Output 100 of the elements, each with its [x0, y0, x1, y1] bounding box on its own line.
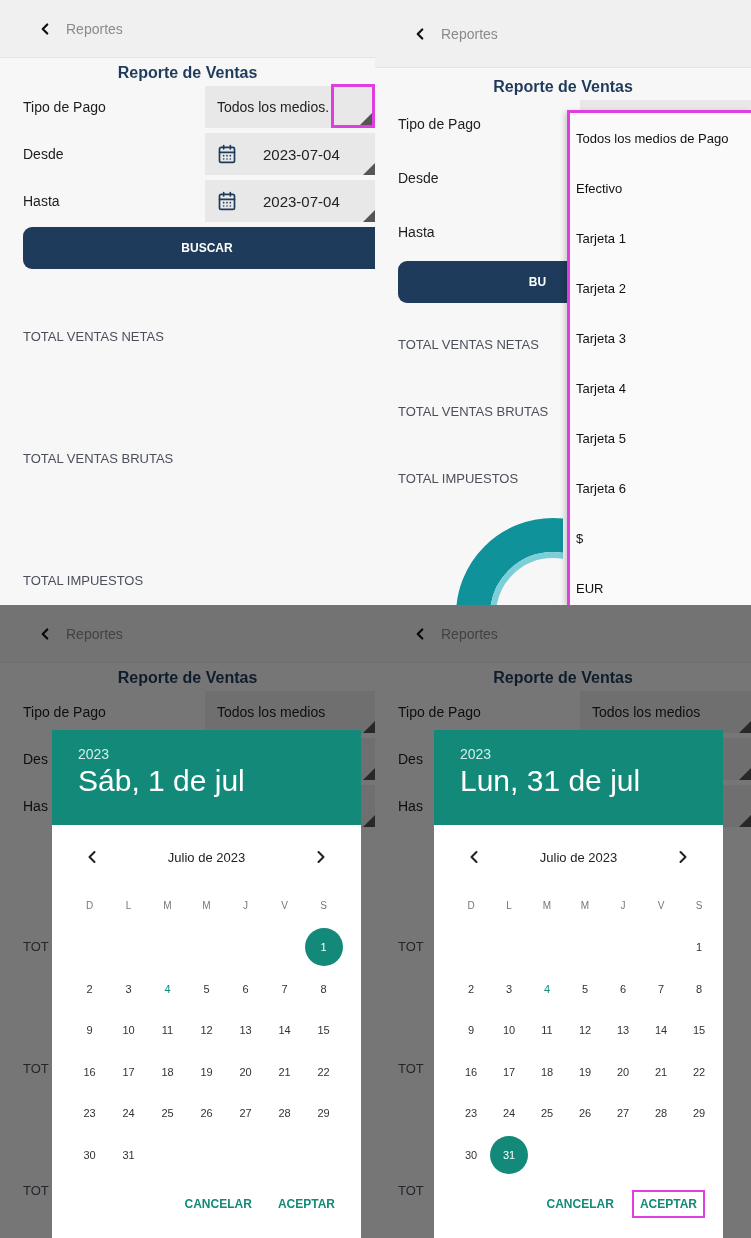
- year-label[interactable]: 2023: [460, 746, 697, 762]
- select-field[interactable]: Todos los medios.: [205, 86, 375, 128]
- dialog-button[interactable]: CANCELAR: [176, 1189, 260, 1218]
- dropdown-option[interactable]: Tarjeta 4: [570, 363, 751, 413]
- calendar-day[interactable]: 23: [452, 1094, 490, 1133]
- dropdown-option[interactable]: Tarjeta 6: [570, 463, 751, 513]
- calendar-day[interactable]: 6: [226, 969, 265, 1008]
- calendar-day[interactable]: 6: [604, 969, 642, 1008]
- corner-triangle-icon: [360, 113, 372, 125]
- dropdown-option[interactable]: Efectivo: [570, 163, 751, 213]
- dropdown-option[interactable]: Tarjeta 5: [570, 413, 751, 463]
- search-button[interactable]: BUSCAR: [23, 227, 375, 269]
- corner-triangle-icon: [739, 815, 751, 827]
- calendar-day[interactable]: 3: [109, 969, 148, 1008]
- total-label: TOT: [23, 1183, 49, 1199]
- calendar-day[interactable]: 27: [604, 1094, 642, 1133]
- dropdown-option[interactable]: $: [570, 513, 751, 563]
- corner-triangle-icon: [363, 210, 375, 222]
- weekday-label: L: [124, 899, 133, 914]
- dropdown-option[interactable]: Tarjeta 1: [570, 213, 751, 263]
- calendar-day[interactable]: 7: [265, 969, 304, 1008]
- calendar-day[interactable]: 18: [148, 1052, 187, 1091]
- calendar-day[interactable]: 28: [265, 1094, 304, 1133]
- calendar-day[interactable]: 5: [566, 969, 604, 1008]
- calendar-day[interactable]: 19: [566, 1052, 604, 1091]
- weekday-label: M: [541, 899, 553, 914]
- calendar-day[interactable]: 1: [680, 928, 718, 967]
- dialog-button[interactable]: ACEPTAR: [269, 1189, 343, 1218]
- calendar-day[interactable]: 1: [304, 928, 343, 967]
- calendar-day[interactable]: 12: [187, 1011, 226, 1050]
- calendar-day[interactable]: 30: [452, 1135, 490, 1174]
- calendar-day[interactable]: 10: [109, 1011, 148, 1050]
- total-label: TOT: [23, 939, 49, 955]
- calendar-day[interactable]: 15: [680, 1011, 718, 1050]
- weekday-label: M: [579, 899, 591, 914]
- year-label[interactable]: 2023: [78, 746, 335, 762]
- calendar-day[interactable]: 29: [304, 1094, 343, 1133]
- date-field[interactable]: 2023-07-04: [205, 133, 375, 175]
- calendar-day[interactable]: 31: [490, 1135, 528, 1174]
- field-label: Hasta: [398, 224, 435, 240]
- calendar-day[interactable]: 22: [304, 1052, 343, 1091]
- calendar-day[interactable]: 30: [70, 1135, 109, 1174]
- calendar-day[interactable]: 18: [528, 1052, 566, 1091]
- calendar-day[interactable]: 2: [452, 969, 490, 1008]
- dropdown-option[interactable]: Todos los medios de Pago: [570, 113, 751, 163]
- calendar-day[interactable]: 13: [604, 1011, 642, 1050]
- calendar-day[interactable]: 17: [109, 1052, 148, 1091]
- calendar-day[interactable]: 16: [70, 1052, 109, 1091]
- calendar-day[interactable]: 2: [70, 969, 109, 1008]
- weekday-label: M: [201, 899, 212, 914]
- calendar-day[interactable]: 25: [528, 1094, 566, 1133]
- calendar-day[interactable]: 26: [187, 1094, 226, 1133]
- calendar-day[interactable]: 24: [490, 1094, 528, 1133]
- calendar-day[interactable]: 12: [566, 1011, 604, 1050]
- calendar-day[interactable]: 13: [226, 1011, 265, 1050]
- calendar-day[interactable]: 25: [148, 1094, 187, 1133]
- calendar-day[interactable]: 28: [642, 1094, 680, 1133]
- calendar-day[interactable]: 14: [265, 1011, 304, 1050]
- total-label: TOT: [398, 939, 424, 955]
- calendar-day[interactable]: 16: [452, 1052, 490, 1091]
- calendar-day[interactable]: 22: [680, 1052, 718, 1091]
- calendar-day[interactable]: 17: [490, 1052, 528, 1091]
- field-label: Has: [398, 798, 423, 814]
- calendar-day[interactable]: 20: [604, 1052, 642, 1091]
- calendar-day[interactable]: 24: [109, 1094, 148, 1133]
- dropdown-option[interactable]: Tarjeta 2: [570, 263, 751, 313]
- calendar-day[interactable]: 14: [642, 1011, 680, 1050]
- calendar-day[interactable]: 8: [304, 969, 343, 1008]
- calendar-day[interactable]: 5: [187, 969, 226, 1008]
- select-field[interactable]: Todos los medios: [580, 691, 751, 733]
- calendar-day[interactable]: 4: [528, 969, 566, 1008]
- calendar-day[interactable]: 27: [226, 1094, 265, 1133]
- calendar-day[interactable]: 11: [528, 1011, 566, 1050]
- dropdown-option[interactable]: Tarjeta 3: [570, 313, 751, 363]
- calendar-day[interactable]: 10: [490, 1011, 528, 1050]
- corner-triangle-icon: [363, 721, 375, 733]
- calendar-day[interactable]: 4: [148, 969, 187, 1008]
- calendar-day[interactable]: 21: [265, 1052, 304, 1091]
- calendar-day[interactable]: 23: [70, 1094, 109, 1133]
- calendar-icon: [217, 191, 237, 211]
- total-label: TOTAL VENTAS BRUTAS: [23, 451, 174, 467]
- calendar-day[interactable]: 20: [226, 1052, 265, 1091]
- calendar-day[interactable]: 21: [642, 1052, 680, 1091]
- dialog-button[interactable]: CANCELAR: [538, 1189, 622, 1218]
- dialog-button[interactable]: ACEPTAR: [631, 1189, 705, 1218]
- calendar-day[interactable]: 9: [70, 1011, 109, 1050]
- dropdown-option[interactable]: EUR: [570, 563, 751, 605]
- calendar-day[interactable]: 29: [680, 1094, 718, 1133]
- calendar-day[interactable]: 9: [452, 1011, 490, 1050]
- calendar-day[interactable]: 11: [148, 1011, 187, 1050]
- calendar-day[interactable]: 3: [490, 969, 528, 1008]
- calendar-day[interactable]: 7: [642, 969, 680, 1008]
- calendar-day[interactable]: 19: [187, 1052, 226, 1091]
- select-field[interactable]: Todos los medios: [205, 691, 375, 733]
- calendar-day[interactable]: 26: [566, 1094, 604, 1133]
- field-label: Desde: [23, 146, 64, 162]
- calendar-day[interactable]: 31: [109, 1135, 148, 1174]
- date-field[interactable]: 2023-07-04: [205, 180, 375, 222]
- calendar-day[interactable]: 8: [680, 969, 718, 1008]
- calendar-day[interactable]: 15: [304, 1011, 343, 1050]
